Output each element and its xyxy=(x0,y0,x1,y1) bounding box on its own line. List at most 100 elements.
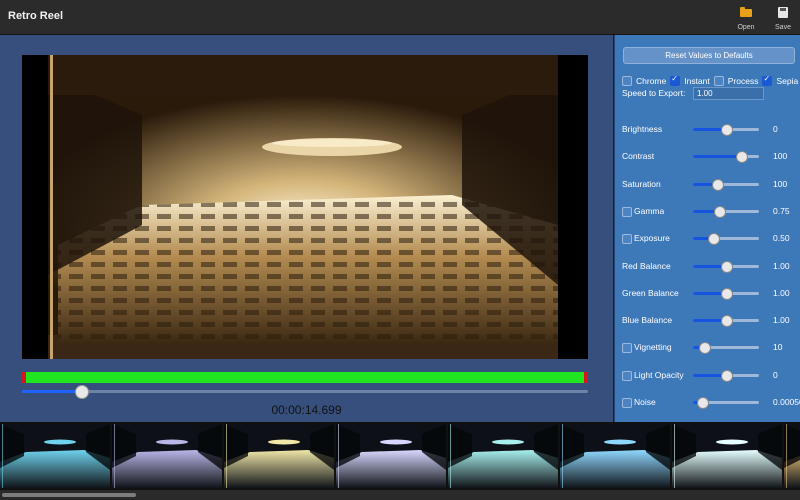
filter-label: Instant xyxy=(684,76,710,86)
filter-checkboxes: Chrome Instant Process Sepia xyxy=(622,74,800,87)
checkbox[interactable] xyxy=(622,76,632,86)
filter-thumbnail[interactable] xyxy=(0,424,110,488)
slider-knob[interactable] xyxy=(735,151,748,164)
adjust-row-light-opacity: Light Opacity 0 xyxy=(615,368,800,382)
checkbox[interactable] xyxy=(670,74,681,86)
vignetting-value: 10 xyxy=(773,342,783,353)
exposure-slider[interactable] xyxy=(693,233,759,246)
green-balance-label: Green Balance xyxy=(622,287,679,298)
vignetting-checkbox[interactable] xyxy=(622,343,632,354)
brightness-value: 0 xyxy=(773,124,778,134)
adjust-row-exposure: Exposure 0.50 xyxy=(615,231,800,246)
slider-knob[interactable] xyxy=(696,397,709,409)
filter-thumbnail[interactable] xyxy=(560,424,670,488)
filter-sepia[interactable]: Sepia xyxy=(762,74,799,86)
filter-label: Sepia xyxy=(776,76,799,86)
green-balance-value: 1.00 xyxy=(773,287,790,298)
slider-fill xyxy=(693,155,741,159)
adjust-row-brightness: Brightness 0 xyxy=(615,122,800,136)
gamma-checkbox[interactable] xyxy=(622,206,632,217)
filter-process[interactable]: Process xyxy=(713,76,759,86)
adjust-row-gamma: Gamma 0.75 xyxy=(615,204,800,218)
checkbox[interactable] xyxy=(762,74,773,86)
slider-knob[interactable] xyxy=(721,260,733,273)
gamma-label: Gamma xyxy=(634,205,665,216)
filter-label: Process xyxy=(727,76,759,86)
vignetting-slider[interactable] xyxy=(693,342,759,355)
adjustments-panel: Reset Values to Defaults Chrome Instant Pr… xyxy=(614,35,800,422)
speed-field[interactable]: 1.00 xyxy=(693,87,764,100)
gamma-value: 0.75 xyxy=(773,205,790,216)
noise-slider[interactable] xyxy=(693,397,759,409)
speed-label: Speed to Export: xyxy=(622,88,686,98)
contrast-value: 100 xyxy=(773,151,788,162)
adjust-row-blue-balance: Blue Balance 1.00 xyxy=(615,313,800,328)
light-opacity-value: 0 xyxy=(773,369,778,380)
filmstrip-scrollbar[interactable] xyxy=(0,490,800,500)
filter-instant[interactable]: Instant xyxy=(670,74,710,86)
filter-thumbnail[interactable] xyxy=(448,424,558,488)
slider-knob[interactable] xyxy=(721,369,733,382)
noise-checkbox[interactable] xyxy=(622,398,632,408)
filter-thumbnail[interactable] xyxy=(784,424,800,488)
folder-icon xyxy=(740,7,752,17)
light-opacity-label: Light Opacity xyxy=(634,369,684,380)
slider-knob[interactable] xyxy=(699,342,712,355)
slider-knob[interactable] xyxy=(721,315,733,328)
checkbox[interactable] xyxy=(713,76,724,86)
slider-knob[interactable] xyxy=(721,287,733,300)
slider-knob[interactable] xyxy=(712,178,725,191)
saturation-slider[interactable] xyxy=(693,178,759,191)
brightness-slider[interactable] xyxy=(693,124,759,136)
scrubber-knob[interactable] xyxy=(75,385,90,399)
playback-scrubber[interactable] xyxy=(22,385,588,399)
noise-value: 0.00050 xyxy=(773,397,800,407)
reset-defaults-button[interactable]: Reset Values to Defaults xyxy=(623,47,795,64)
red-balance-value: 1.00 xyxy=(773,260,790,271)
open-label: Open xyxy=(737,24,755,31)
save-button[interactable]: Save xyxy=(766,6,800,32)
slider-knob[interactable] xyxy=(721,124,733,136)
adjust-row-red-balance: Red Balance 1.00 xyxy=(615,259,800,273)
red-balance-label: Red Balance xyxy=(622,260,671,271)
red-balance-slider[interactable] xyxy=(693,260,759,273)
exposure-label: Exposure xyxy=(634,233,670,244)
main-area: 00:00:14.699 xyxy=(0,35,613,422)
slider-knob[interactable] xyxy=(707,233,720,246)
green-balance-slider[interactable] xyxy=(693,287,759,300)
saturation-label: Saturation xyxy=(622,178,661,189)
light-opacity-checkbox[interactable] xyxy=(622,370,632,381)
video-preview[interactable] xyxy=(22,55,588,359)
light-opacity-slider[interactable] xyxy=(693,369,759,382)
save-icon xyxy=(778,7,788,18)
timecode-display: 00:00:14.699 xyxy=(271,403,342,417)
open-button[interactable]: Open xyxy=(729,6,763,32)
adjust-row-saturation: Saturation 100 xyxy=(615,177,800,191)
contrast-label: Contrast xyxy=(622,151,655,162)
filter-chrome[interactable]: Chrome xyxy=(622,76,666,86)
slider-knob[interactable] xyxy=(714,205,727,218)
blue-balance-slider[interactable] xyxy=(693,315,759,328)
adjust-row-noise: Noise 0.00050 xyxy=(615,395,800,409)
save-label: Save xyxy=(775,24,791,31)
filter-thumbnail[interactable] xyxy=(112,424,222,488)
adjust-row-green-balance: Green Balance 1.00 xyxy=(615,286,800,300)
contrast-slider[interactable] xyxy=(693,151,759,164)
blue-balance-value: 1.00 xyxy=(773,315,790,326)
vignetting-label: Vignetting xyxy=(634,342,672,353)
export-progress-bar xyxy=(22,372,588,383)
brightness-label: Brightness xyxy=(622,124,663,134)
filter-filmstrip xyxy=(0,422,800,490)
saturation-value: 100 xyxy=(773,178,788,189)
scrollbar-thumb[interactable] xyxy=(2,493,136,497)
exposure-value: 0.50 xyxy=(773,233,790,244)
noise-label: Noise xyxy=(634,397,656,407)
filter-thumbnail[interactable] xyxy=(224,424,334,488)
title-bar: Retro Reel Open Save xyxy=(0,0,800,35)
video-frame xyxy=(22,55,588,359)
filter-thumbnail[interactable] xyxy=(336,424,446,488)
exposure-checkbox[interactable] xyxy=(622,234,632,245)
filter-thumbnail[interactable] xyxy=(672,424,782,488)
adjust-row-contrast: Contrast 100 xyxy=(615,149,800,164)
gamma-slider[interactable] xyxy=(693,205,759,218)
